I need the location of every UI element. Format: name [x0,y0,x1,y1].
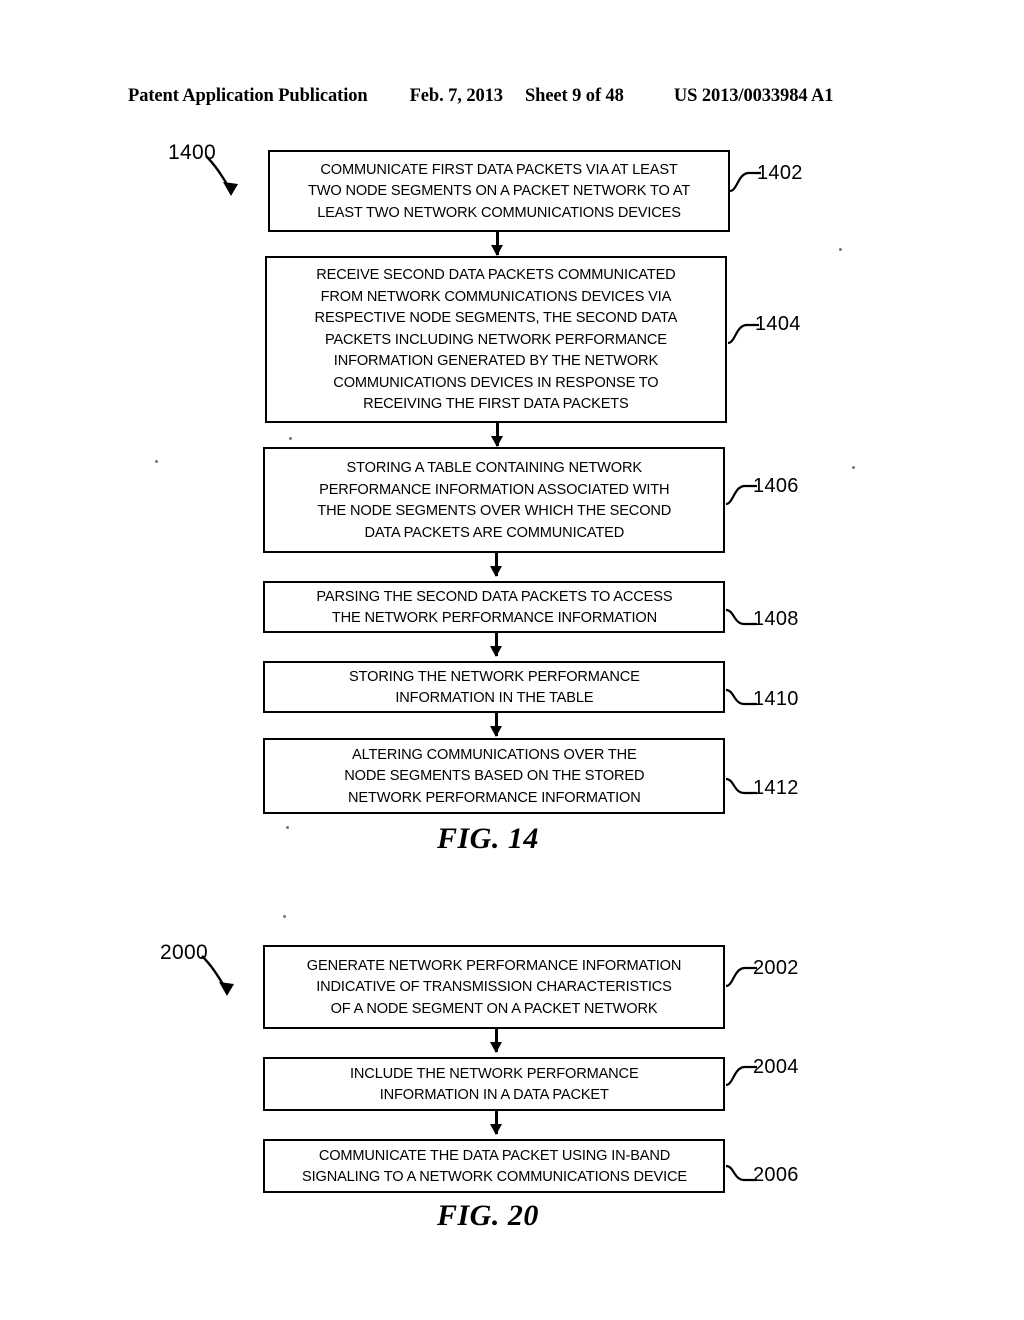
figure-14-step-1408: PARSING THE SECOND DATA PACKETS TO ACCES… [263,581,725,633]
figure-20-step-2004: INCLUDE THE NETWORK PERFORMANCE INFORMAT… [263,1057,725,1111]
figure-20-ref-2004: 2004 [753,1056,799,1078]
figure-14-connector-1406-1408 [495,553,498,576]
figure-20-flow-reference-arrow [201,955,234,996]
scan-speck [852,466,855,469]
figure-14-ref-1410: 1410 [753,688,799,710]
figure-20-connector-2004-2006 [495,1111,498,1134]
figure-14-ref-1406: 1406 [753,475,799,497]
figure-14-connector-1410-1412 [495,713,498,736]
figure-14-step-1410-text: STORING THE NETWORK PERFORMANCE INFORMAT… [348,667,640,707]
figure-20-ref-2006: 2006 [753,1164,799,1186]
figure-14-step-1404: RECEIVE SECOND DATA PACKETS COMMUNICATED… [265,256,727,423]
figure-20-connector-2002-2004 [495,1029,498,1052]
header-patent-number: US 2013/0033984 A1 [673,86,834,106]
scan-speck [839,248,842,251]
figure-20-caption: FIG. 20 [437,1199,539,1232]
header-sheet-number: Sheet 9 of 48 [524,86,624,106]
figure-14-connector-1408-1410 [495,633,498,656]
figure-20-step-2006-text: COMMUNICATE THE DATA PACKET USING IN-BAN… [301,1146,687,1186]
figure-14-step-1412: ALTERING COMMUNICATIONS OVER THE NODE SE… [263,738,725,814]
figure-14-flow-reference-arrow [205,155,238,196]
figure-14-step-1406-text: STORING A TABLE CONTAINING NETWORK PERFO… [317,459,671,541]
figure-14-caption: FIG. 14 [437,822,539,855]
scan-speck [289,437,292,440]
figure-20-ref-2002: 2002 [753,957,799,979]
figure-14-step-1404-text: RECEIVE SECOND DATA PACKETS COMMUNICATED… [314,266,678,413]
figure-14-step-1412-text: ALTERING COMMUNICATIONS OVER THE NODE SE… [343,745,645,806]
scan-speck [283,915,286,918]
figure-20-step-2002-text: GENERATE NETWORK PERFORMANCE INFORMATION… [306,956,682,1017]
scan-speck [286,826,289,829]
figure-14-step-1408-text: PARSING THE SECOND DATA PACKETS TO ACCES… [316,587,672,627]
figure-14-step-1406: STORING A TABLE CONTAINING NETWORK PERFO… [263,447,725,553]
header-publication-date: Feb. 7, 2013 [409,86,503,106]
patent-page: Patent Application Publication Feb. 7, 2… [0,0,1024,1320]
header-publication-title: Patent Application Publication [128,86,368,106]
figure-14-connector-1404-1406 [496,423,499,446]
figure-14-connector-1402-1404 [496,232,499,255]
figure-20-step-2002: GENERATE NETWORK PERFORMANCE INFORMATION… [263,945,725,1029]
figure-14-ref-1402: 1402 [757,162,803,184]
figure-20-step-2006: COMMUNICATE THE DATA PACKET USING IN-BAN… [263,1139,725,1193]
figure-14-step-1410: STORING THE NETWORK PERFORMANCE INFORMAT… [263,661,725,713]
figure-14-step-1402: COMMUNICATE FIRST DATA PACKETS VIA AT LE… [268,150,730,232]
publication-header: Patent Application Publication Feb. 7, 2… [128,86,896,112]
figure-14-ref-1408: 1408 [753,608,799,630]
scan-speck [155,460,158,463]
figure-14-ref-1404: 1404 [755,313,801,335]
figure-20-step-2004-text: INCLUDE THE NETWORK PERFORMANCE INFORMAT… [349,1064,639,1104]
figure-14-step-1402-text: COMMUNICATE FIRST DATA PACKETS VIA AT LE… [307,160,691,221]
figure-14-ref-1412: 1412 [753,777,799,799]
